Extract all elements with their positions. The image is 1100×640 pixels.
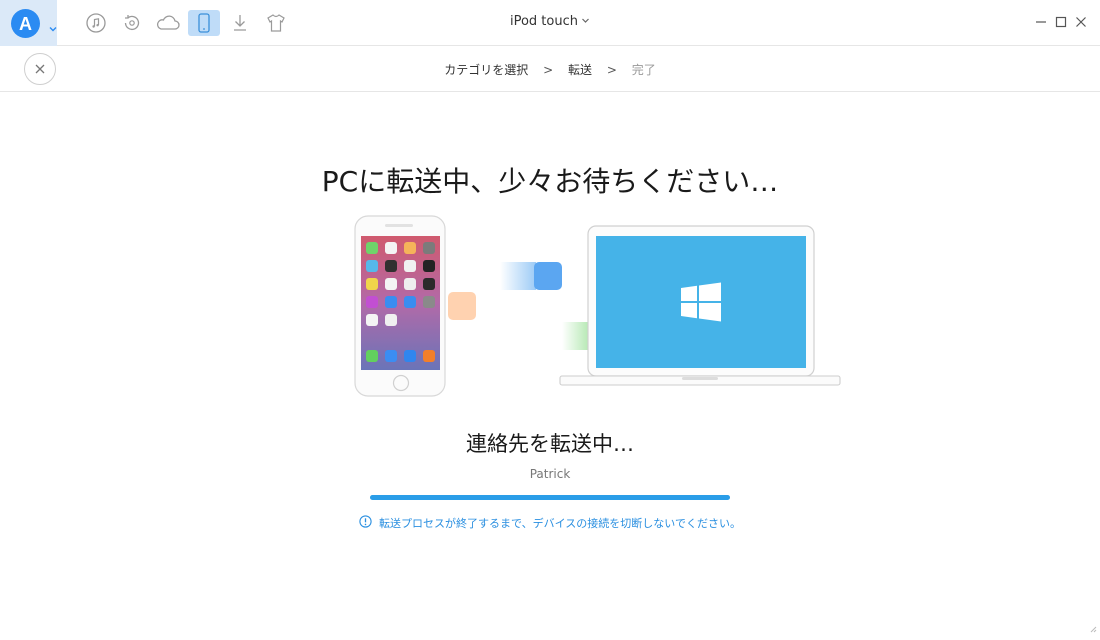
maximize-button[interactable] <box>1054 15 1068 29</box>
resize-grip-icon[interactable] <box>1089 618 1097 637</box>
breadcrumb-separator: > <box>606 63 617 77</box>
chevron-down-icon <box>581 14 590 29</box>
transfer-status: 連絡先を転送中… <box>466 432 634 456</box>
breadcrumb-step-transfer: 転送 <box>567 63 592 77</box>
info-icon <box>359 515 372 531</box>
app-logo-icon: A <box>11 9 40 38</box>
chevron-down-icon <box>49 18 57 37</box>
music-icon[interactable] <box>80 10 112 36</box>
history-icon[interactable] <box>116 10 148 36</box>
current-item-name: Patrick <box>529 467 571 481</box>
breadcrumb: カテゴリを選択 > 転送 > 完了 <box>0 61 1100 78</box>
warning-text: 転送プロセスが終了するまで、デバイスの接続を切断しないでください。 <box>379 517 741 530</box>
page-title: PCに転送中、少々お待ちください… <box>321 165 779 198</box>
device-icon[interactable] <box>188 10 220 36</box>
download-icon[interactable] <box>224 10 256 36</box>
breadcrumb-bar: カテゴリを選択 > 転送 > 完了 <box>0 46 1100 92</box>
progress-bar-fill <box>370 495 730 500</box>
transfer-illustration <box>340 210 850 410</box>
title-bar: A iPod touch <box>0 0 1100 46</box>
app-menu-button[interactable]: A <box>0 0 57 46</box>
breadcrumb-separator: > <box>543 63 554 77</box>
close-window-button[interactable] <box>1074 15 1088 29</box>
minimize-button[interactable] <box>1034 15 1048 29</box>
transfer-item-icon <box>448 262 588 350</box>
cloud-icon[interactable] <box>152 10 184 36</box>
svg-text:A: A <box>19 14 32 34</box>
phone-icon <box>354 215 446 397</box>
device-selector[interactable]: iPod touch <box>490 14 610 29</box>
shirt-icon[interactable] <box>260 10 292 36</box>
laptop-icon <box>559 225 841 386</box>
warning-message: 転送プロセスが終了するまで、デバイスの接続を切断しないでください。 <box>0 515 1100 532</box>
breadcrumb-step-select-category: カテゴリを選択 <box>444 63 529 77</box>
breadcrumb-step-complete: 完了 <box>631 63 656 77</box>
app-window: A iPod touch カテゴリを選択 > 転送 > 完了 PCに転送中、少々… <box>0 0 1100 640</box>
progress-bar <box>370 495 730 500</box>
device-name-label: iPod touch <box>509 14 578 29</box>
